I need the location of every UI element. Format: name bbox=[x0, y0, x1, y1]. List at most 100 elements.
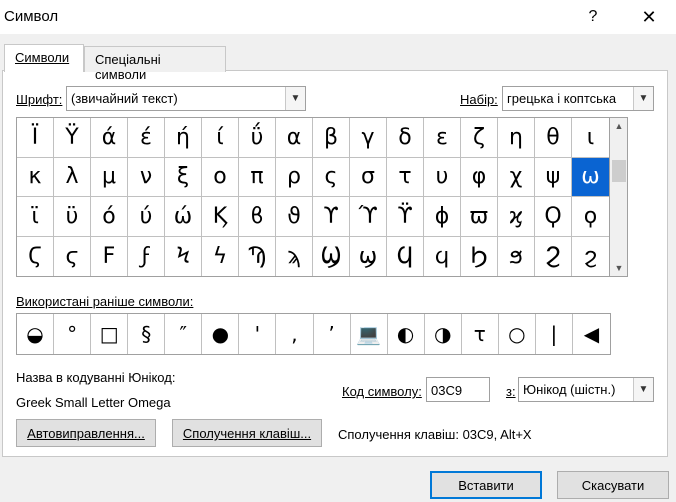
character-cell[interactable]: χ bbox=[498, 157, 535, 197]
character-cell[interactable]: ϒ bbox=[313, 197, 350, 237]
character-cell[interactable]: ϣ bbox=[350, 236, 387, 276]
insert-button[interactable]: Вставити bbox=[430, 471, 542, 499]
recent-symbol-cell[interactable]: ◀ bbox=[573, 314, 610, 354]
character-cell[interactable]: ϙ bbox=[572, 197, 609, 237]
recent-symbol-cell[interactable]: ○ bbox=[499, 314, 536, 354]
recent-symbol-cell[interactable]: τ bbox=[462, 314, 499, 354]
scroll-down-icon[interactable]: ▼ bbox=[610, 260, 628, 276]
character-cell[interactable]: ϝ bbox=[128, 236, 165, 276]
from-dropdown[interactable]: Юнікод (шістн.) ▼ bbox=[518, 377, 654, 402]
recent-symbol-cell[interactable]: ● bbox=[202, 314, 240, 354]
autocorrect-button[interactable]: Автовиправлення... bbox=[16, 419, 156, 447]
recent-symbol-cell[interactable]: ◒ bbox=[17, 314, 55, 354]
character-cell[interactable]: ε bbox=[424, 118, 461, 158]
character-grid[interactable]: ΪΫάέήίΰαβγδεζηθι κλμνξοπρςστυφχψω ϊϋόύώϏϐϑ… bbox=[16, 117, 610, 277]
help-button[interactable]: ? bbox=[580, 4, 606, 30]
character-cell[interactable]: π bbox=[239, 157, 276, 197]
character-cell[interactable]: β bbox=[313, 118, 350, 158]
character-cell[interactable]: ϗ bbox=[498, 197, 535, 237]
character-cell[interactable]: ϖ bbox=[461, 197, 498, 237]
character-cell[interactable]: κ bbox=[17, 157, 54, 197]
recent-symbol-cell[interactable]: § bbox=[128, 314, 166, 354]
character-cell[interactable]: ή bbox=[165, 118, 202, 158]
tab-special-characters[interactable]: Спеціальні символи bbox=[84, 46, 226, 82]
character-cell[interactable]: ϕ bbox=[424, 197, 461, 237]
character-cell[interactable]: Ϡ bbox=[239, 236, 276, 276]
character-cell[interactable]: ζ bbox=[461, 118, 498, 158]
character-cell[interactable]: ϥ bbox=[424, 236, 461, 276]
character-cell[interactable]: ξ bbox=[165, 157, 202, 197]
recent-symbol-cell[interactable]: , bbox=[276, 314, 314, 354]
character-cell[interactable]: ο bbox=[202, 157, 239, 197]
font-dropdown[interactable]: (звичайний текст) ▼ bbox=[66, 86, 306, 111]
character-cell[interactable]: ψ bbox=[535, 157, 572, 197]
recent-symbol-cell[interactable]: ' bbox=[239, 314, 277, 354]
character-cell[interactable]: Ϥ bbox=[387, 236, 424, 276]
character-cell[interactable]: Ϟ bbox=[165, 236, 202, 276]
character-cell[interactable]: α bbox=[276, 118, 313, 158]
character-cell[interactable]: ϊ bbox=[17, 197, 54, 237]
grid-scrollbar[interactable] bbox=[610, 117, 628, 277]
character-cell[interactable]: ι bbox=[572, 118, 609, 158]
recent-symbol-cell[interactable]: ° bbox=[54, 314, 92, 354]
cancel-button[interactable]: Скасувати bbox=[557, 471, 669, 499]
char-code-input[interactable]: 03C9 bbox=[426, 377, 490, 402]
scroll-thumb[interactable] bbox=[612, 160, 626, 182]
recent-symbol-cell[interactable]: □ bbox=[91, 314, 129, 354]
character-cell[interactable]: ά bbox=[91, 118, 128, 158]
character-cell[interactable]: η bbox=[498, 118, 535, 158]
recent-symbol-cell[interactable]: ″ bbox=[165, 314, 203, 354]
character-cell[interactable]: θ bbox=[535, 118, 572, 158]
character-cell[interactable]: λ bbox=[54, 157, 91, 197]
character-cell[interactable]: ϔ bbox=[387, 197, 424, 237]
character-cell[interactable]: μ bbox=[91, 157, 128, 197]
recent-symbol-cell[interactable]: ◑ bbox=[425, 314, 462, 354]
character-cell[interactable]: ύ bbox=[128, 197, 165, 237]
character-cell[interactable]: Ϣ bbox=[313, 236, 350, 276]
tab-symbols[interactable]: Символи bbox=[4, 44, 84, 72]
character-cell[interactable]: τ bbox=[387, 157, 424, 197]
recent-symbol-cell[interactable]: | bbox=[536, 314, 573, 354]
recent-symbol-cell[interactable]: ’ bbox=[314, 314, 351, 354]
recent-symbols-list[interactable]: ◒ ° □ § ″ ● ',’ 💻 ◐ ◑ τ ○ | ◀ bbox=[16, 313, 611, 355]
character-cell[interactable]: έ bbox=[128, 118, 165, 158]
scroll-up-icon[interactable]: ▲ bbox=[610, 118, 628, 134]
close-button[interactable]: ✕ bbox=[636, 4, 662, 30]
character-cell[interactable]: Ϗ bbox=[202, 197, 239, 237]
character-cell[interactable]: υ bbox=[424, 157, 461, 197]
character-cell[interactable]: Ϛ bbox=[17, 236, 54, 276]
character-cell[interactable]: ί bbox=[202, 118, 239, 158]
character-cell[interactable]: ρ bbox=[276, 157, 313, 197]
character-cell[interactable]: ϑ bbox=[276, 197, 313, 237]
character-cell[interactable]: ϛ bbox=[54, 236, 91, 276]
character-cell[interactable]: ό bbox=[91, 197, 128, 237]
subset-dropdown[interactable]: грецька і коптська ▼ bbox=[502, 86, 654, 111]
recent-symbol-cell[interactable]: 💻 bbox=[351, 314, 388, 354]
character-cell[interactable]: ϧ bbox=[498, 236, 535, 276]
shortcut-key-button[interactable]: Сполучення клавіш... bbox=[172, 419, 322, 447]
character-cell[interactable]: ϩ bbox=[572, 237, 609, 277]
character-cell[interactable]: σ bbox=[350, 157, 387, 197]
character-cell[interactable]: ϐ bbox=[239, 197, 276, 237]
character-cell[interactable]: γ bbox=[350, 118, 387, 158]
character-cell[interactable]: φ bbox=[461, 157, 498, 197]
character-cell[interactable]: ϡ bbox=[276, 236, 313, 276]
character-cell[interactable]: Ϝ bbox=[91, 236, 128, 276]
unicode-name-value: Greek Small Letter Omega bbox=[16, 395, 171, 410]
character-cell[interactable]: ϓ bbox=[350, 197, 387, 237]
character-cell[interactable]: ν bbox=[128, 157, 165, 197]
character-cell[interactable]: δ bbox=[387, 118, 424, 158]
character-cell[interactable]: ϟ bbox=[202, 236, 239, 276]
character-cell[interactable]: Ϩ bbox=[535, 236, 572, 276]
character-cell[interactable]: Ϋ bbox=[54, 118, 91, 158]
recent-symbol-cell[interactable]: ◐ bbox=[388, 314, 425, 354]
character-cell[interactable]: Ϙ bbox=[535, 197, 572, 237]
character-cell[interactable]: ώ bbox=[165, 197, 202, 237]
character-cell[interactable]: ϋ bbox=[54, 197, 91, 237]
title-bar bbox=[0, 0, 676, 34]
character-cell[interactable]: ω bbox=[572, 157, 609, 197]
character-cell[interactable]: Ϧ bbox=[461, 236, 498, 276]
character-cell[interactable]: Ϊ bbox=[17, 118, 54, 158]
character-cell[interactable]: ΰ bbox=[239, 118, 276, 158]
character-cell[interactable]: ς bbox=[313, 157, 350, 197]
